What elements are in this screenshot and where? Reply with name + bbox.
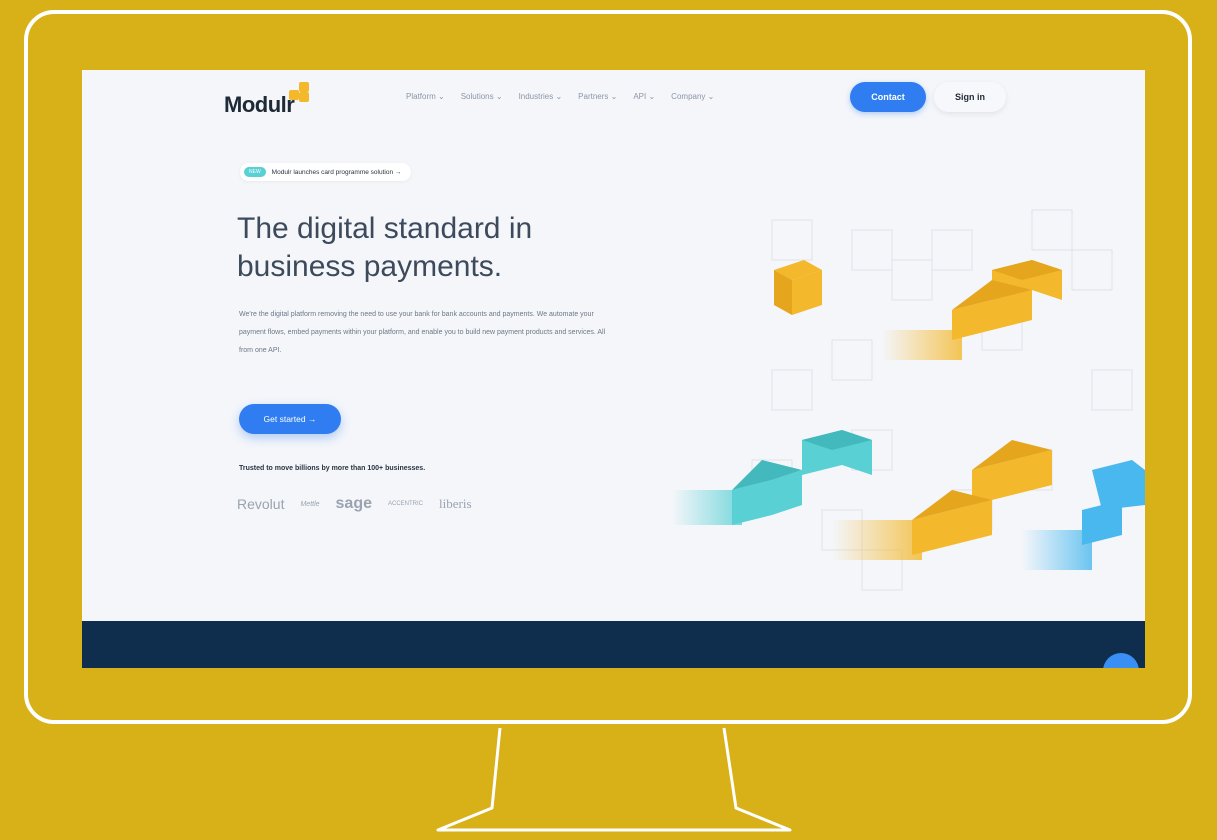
- contact-button[interactable]: Contact: [850, 82, 926, 112]
- get-started-button[interactable]: Get started →: [239, 404, 341, 434]
- announcement-banner[interactable]: NEW Modulr launches card programme solut…: [240, 163, 412, 181]
- mettle-logo: Mettle: [300, 500, 320, 508]
- revolut-logo: Revolut: [237, 496, 285, 512]
- trusted-text: Trusted to move billions by more than 10…: [239, 465, 426, 472]
- liberis-logo: liberis: [439, 496, 472, 511]
- top-navigation: Modulr Platform ⌄ Solutions ⌄ Industries…: [82, 70, 1145, 128]
- accentric-logo: ACCENTRIC: [388, 501, 424, 507]
- menu-item-api[interactable]: API ⌄: [633, 92, 655, 101]
- menu-item-solutions[interactable]: Solutions ⌄: [461, 92, 503, 101]
- dark-section-band: [82, 621, 1145, 668]
- new-badge: NEW: [244, 167, 266, 177]
- hero-description: We're the digital platform removing the …: [239, 311, 606, 354]
- website-screen: Modulr Platform ⌄ Solutions ⌄ Industries…: [82, 70, 1145, 668]
- menu-item-partners[interactable]: Partners ⌄: [578, 92, 617, 101]
- menu-item-platform[interactable]: Platform ⌄: [406, 92, 445, 101]
- sage-logo: sage: [335, 495, 372, 512]
- main-menu: Platform ⌄ Solutions ⌄ Industries ⌄ Part…: [406, 92, 714, 101]
- announcement-text: Modulr launches card programme solution …: [271, 168, 402, 176]
- modulr-logo[interactable]: Modulr: [224, 92, 295, 118]
- cube-illustration: [672, 209, 1145, 591]
- menu-item-industries[interactable]: Industries ⌄: [519, 92, 563, 101]
- menu-item-company[interactable]: Company ⌄: [671, 92, 714, 101]
- logo-mark-icon: [289, 82, 313, 106]
- sign-in-button[interactable]: Sign in: [934, 82, 1006, 112]
- client-logos: Revolut Mettle sage ACCENTRIC liberis: [237, 495, 472, 513]
- hero-headline: The digital standard in business payment…: [237, 212, 533, 283]
